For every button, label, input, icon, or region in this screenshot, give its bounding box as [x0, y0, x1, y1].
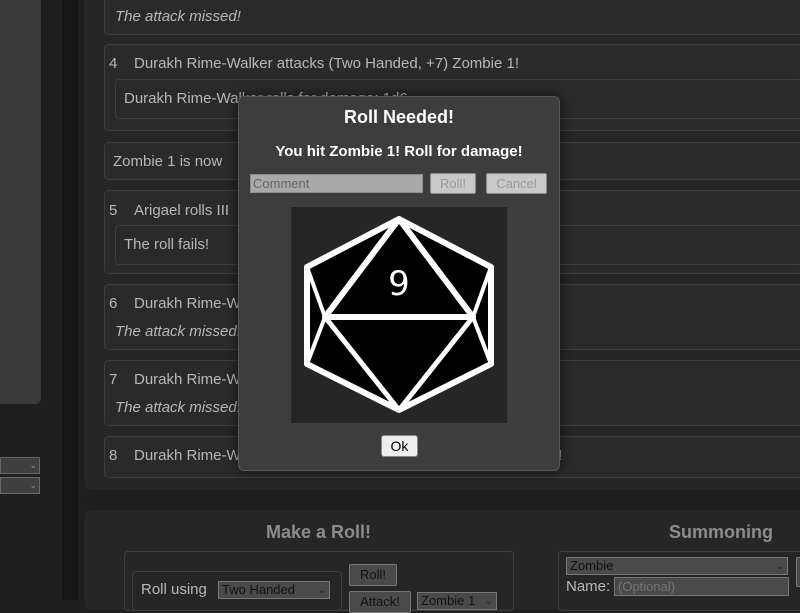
dialog-title: Roll Needed! — [343, 107, 454, 127]
dialog-roll-button[interactable]: Roll! — [430, 173, 476, 194]
roll-needed-dialog: Roll Needed! You hit Zombie 1! Roll for … — [238, 96, 560, 471]
comment-input[interactable] — [250, 174, 423, 193]
dice-display: 9 — [291, 207, 507, 423]
die-value: 9 — [388, 264, 410, 304]
dialog-cancel-button[interactable]: Cancel — [486, 173, 547, 194]
d20-icon: 9 — [304, 216, 494, 413]
ok-button[interactable]: Ok — [381, 435, 418, 457]
dialog-message: You hit Zombie 1! Roll for damage! — [275, 143, 523, 160]
